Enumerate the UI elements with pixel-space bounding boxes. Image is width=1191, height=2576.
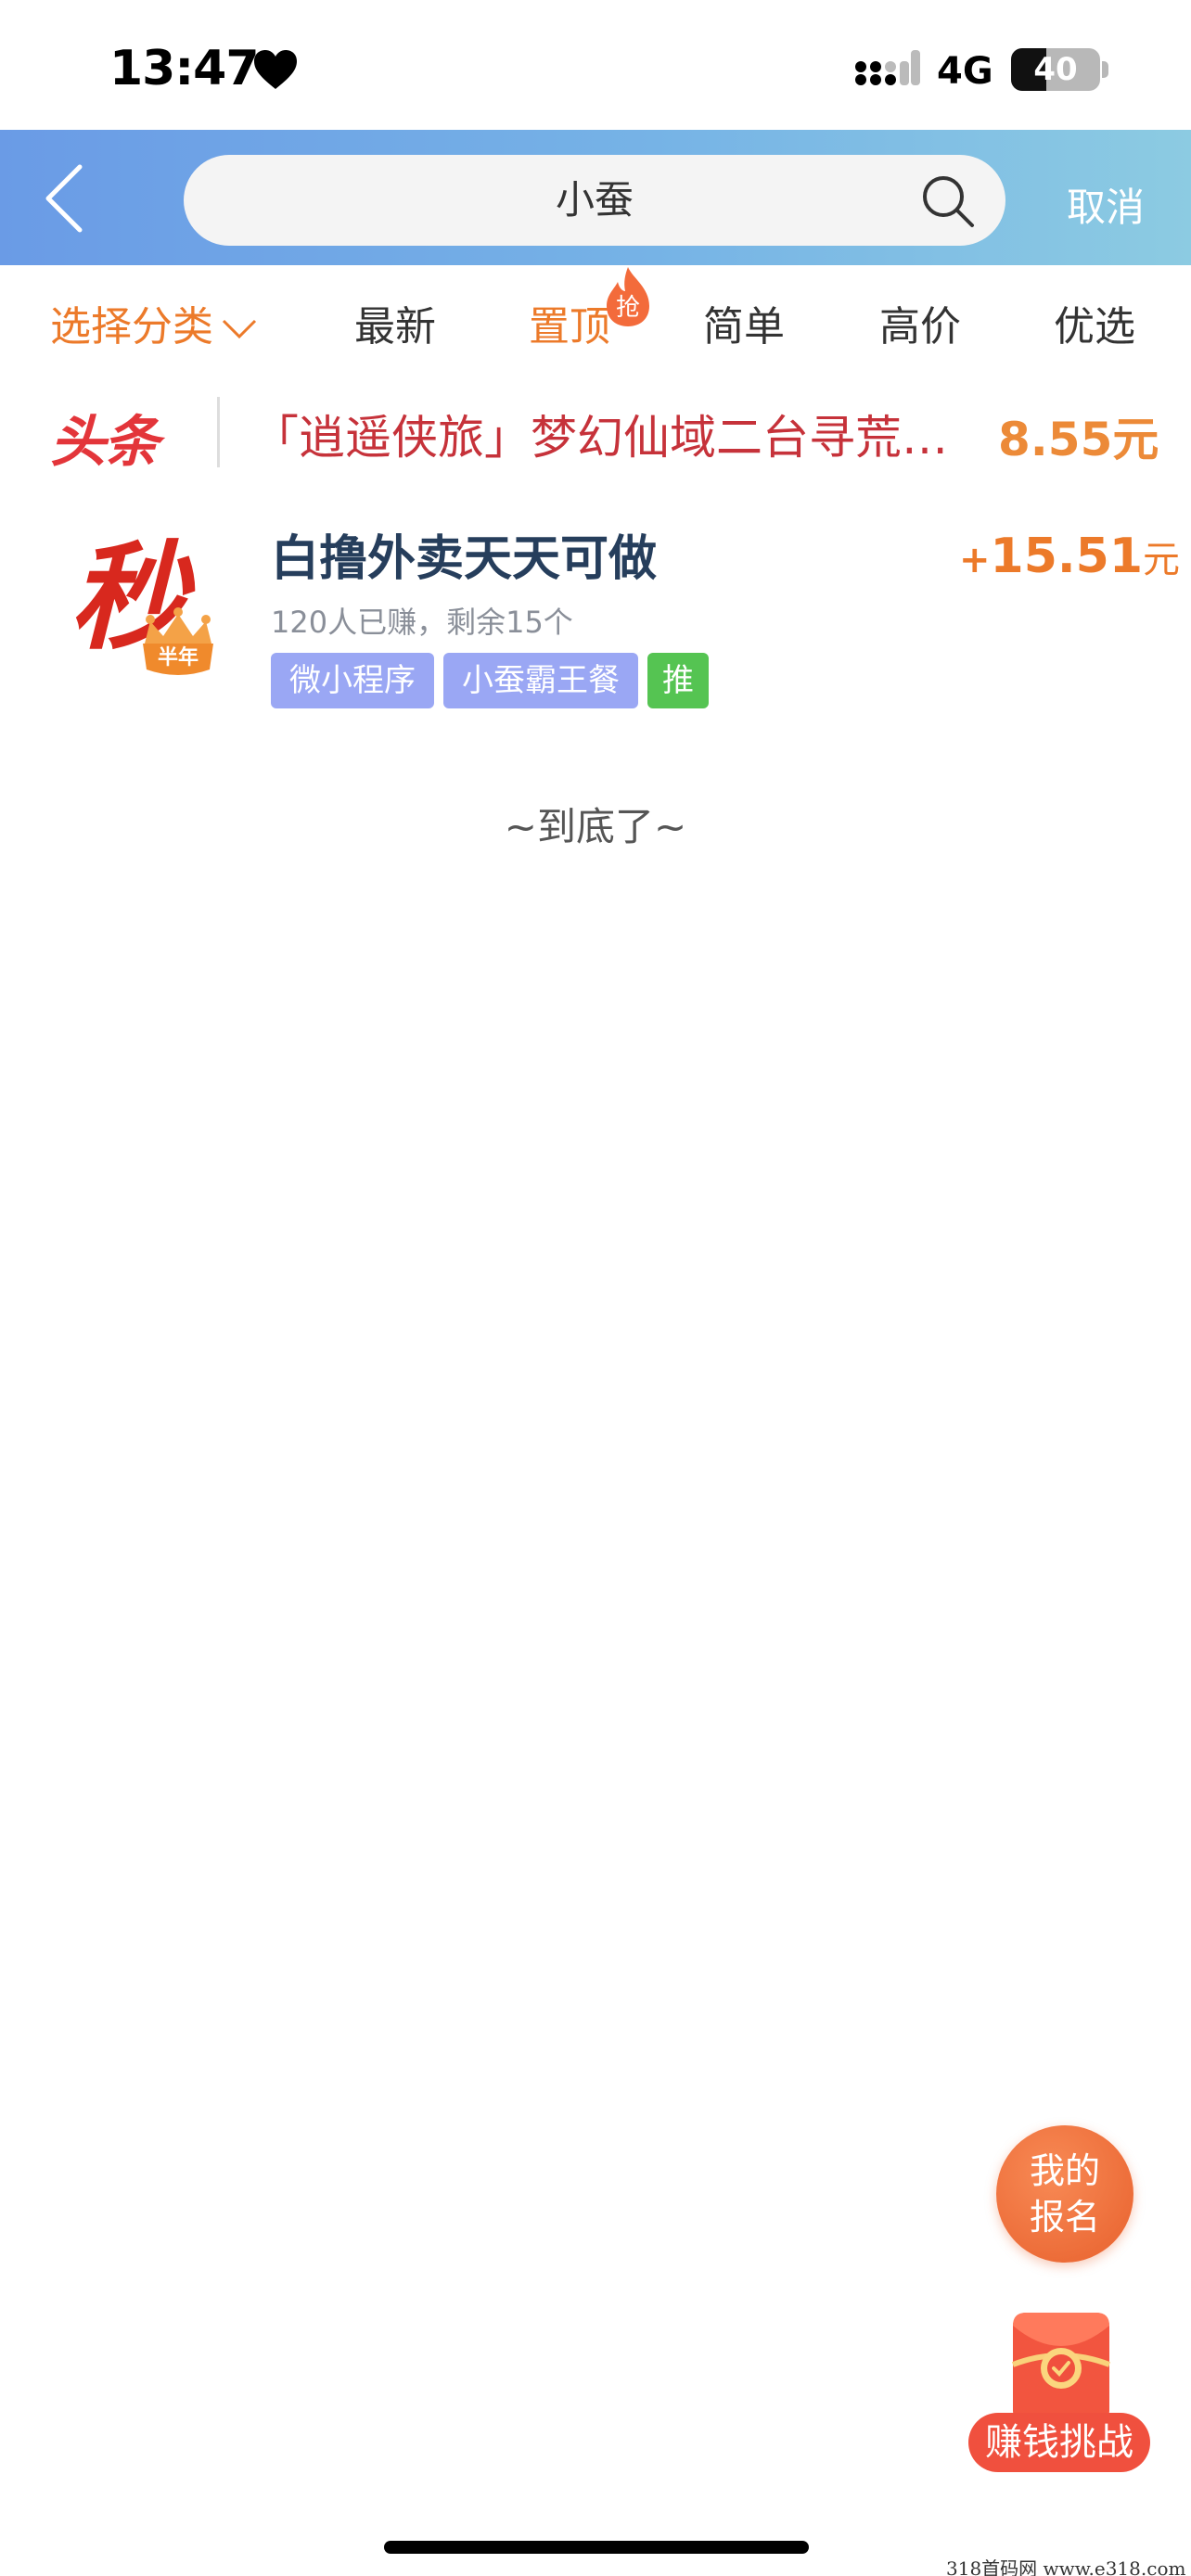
battery-tip [1102, 61, 1108, 78]
thumb-badge: 半年 [158, 645, 198, 670]
price-value: 15.51 [990, 529, 1143, 584]
filter-pinned[interactable]: 置顶 [529, 293, 610, 352]
search-icon[interactable] [920, 173, 976, 229]
heart-icon [254, 50, 297, 89]
status-time: 13:47 [109, 41, 260, 96]
battery-level: 40 [1033, 51, 1078, 88]
filter-simple[interactable]: 简单 [703, 293, 785, 352]
earn-challenge-label: 赚钱挑战 [968, 2413, 1150, 2472]
price-unit: 元 [1143, 539, 1180, 581]
task-tags: 微小程序 小蚕霸王餐 推 [271, 653, 709, 708]
watermark: 318首码网 www.e318.com [946, 2557, 1186, 2576]
price-sign: + [959, 539, 991, 581]
search-header: 取消 [0, 130, 1191, 265]
task-thumbnail: 秒 半年 [70, 529, 213, 675]
cancel-button[interactable]: 取消 [1067, 176, 1145, 233]
filter-category-label: 选择分类 [50, 303, 213, 351]
filter-category[interactable]: 选择分类 [50, 293, 258, 352]
filter-high-price[interactable]: 高价 [879, 293, 961, 352]
tag-mini-program: 微小程序 [271, 653, 434, 708]
tag-brand: 小蚕霸王餐 [443, 653, 638, 708]
headline-badge: 头条 [50, 410, 160, 475]
task-list-item[interactable]: 秒 半年 白撸外卖天天可做 +15.51元 120人已赚，剩余15个 微小程序 … [0, 501, 1191, 723]
home-indicator[interactable] [384, 2541, 809, 2554]
task-title: 白撸外卖天天可做 [271, 531, 658, 587]
fire-icon: 抢 [607, 267, 649, 326]
filter-bar: 选择分类 最新 置顶 抢 简单 高价 优选 [0, 265, 1191, 376]
my-signup-label: 我的报名 [1029, 2150, 1100, 2238]
network-label: 4G [937, 50, 993, 93]
filter-latest[interactable]: 最新 [354, 293, 436, 352]
chevron-down-icon [222, 319, 257, 339]
divider [217, 397, 220, 467]
headline-text: 「逍遥侠旅」梦幻仙域二台寻荒… [252, 411, 948, 465]
task-progress-text: 120人已赚，剩余15个 [271, 605, 573, 640]
status-bar: 13:47 4G 40 [0, 0, 1191, 130]
headline-price: 8.55元 [998, 413, 1159, 466]
signal-icon [855, 50, 920, 85]
end-of-list-text: ~到底了~ [504, 804, 687, 849]
back-icon[interactable] [43, 163, 89, 234]
battery-icon: 40 [1011, 48, 1100, 91]
earn-challenge-button[interactable]: 赚钱挑战 [965, 2309, 1150, 2476]
search-input[interactable] [184, 155, 1005, 246]
search-box[interactable] [184, 155, 1005, 246]
task-price: +15.51元 [959, 529, 1180, 584]
my-signup-button[interactable]: 我的报名 [996, 2125, 1133, 2263]
hot-badge-label: 抢 [616, 294, 640, 322]
headline-banner[interactable]: 头条 「逍遥侠旅」梦幻仙域二台寻荒… 8.55元 [0, 376, 1191, 488]
tag-recommend: 推 [647, 653, 709, 708]
filter-featured[interactable]: 优选 [1054, 293, 1135, 352]
